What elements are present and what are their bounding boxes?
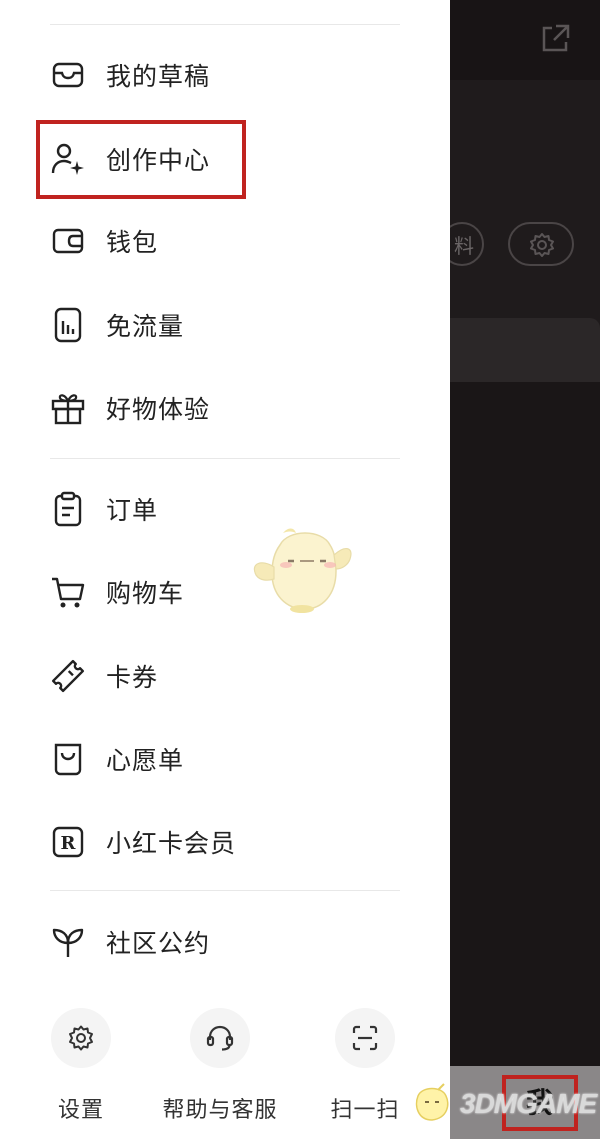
red-card-icon: R xyxy=(48,822,88,862)
background-content-card xyxy=(450,318,600,1088)
menu-item-coupons[interactable]: 卡券 xyxy=(48,646,408,706)
drafts-icon xyxy=(48,55,88,95)
help-circle xyxy=(190,1008,250,1068)
wishlist-icon xyxy=(48,739,88,779)
help-label: 帮助与客服 xyxy=(162,1098,278,1123)
watermark-logo: 3DMGAME xyxy=(408,1082,597,1126)
menu-item-label: 钱包 xyxy=(106,228,159,257)
wallet-icon xyxy=(48,221,88,261)
divider xyxy=(50,458,400,459)
menu-item-label: 小红卡会员 xyxy=(106,829,237,858)
scan-circle xyxy=(335,1008,395,1068)
creator-center-highlight-box xyxy=(36,120,246,199)
chick-mascot-image xyxy=(253,528,352,613)
background-card-header xyxy=(450,318,600,382)
sprout-icon xyxy=(48,922,88,962)
divider xyxy=(50,890,400,891)
headset-icon xyxy=(206,1025,234,1051)
help-button[interactable]: 帮助与客服 xyxy=(150,1008,290,1124)
coupon-icon xyxy=(48,656,88,696)
data-free-icon xyxy=(48,305,88,345)
settings-pill xyxy=(508,222,574,266)
svg-text:R: R xyxy=(61,833,77,854)
cart-icon xyxy=(48,572,88,612)
settings-button[interactable]: 设置 xyxy=(11,1008,151,1124)
background-top-bar xyxy=(450,0,600,80)
menu-item-label: 好物体验 xyxy=(106,395,211,424)
mascot-watermark-icon xyxy=(415,1083,449,1121)
order-icon xyxy=(48,489,88,529)
background-app: 料 我 xyxy=(440,0,600,1139)
menu-item-wallet[interactable]: 钱包 xyxy=(48,211,408,271)
menu-item-label: 购物车 xyxy=(106,579,185,608)
menu-item-label: 卡券 xyxy=(106,663,159,692)
menu-item-red-card[interactable]: R 小红卡会员 xyxy=(48,812,408,872)
menu-item-label: 社区公约 xyxy=(106,929,211,958)
side-drawer: 我的草稿 创作中心 钱包 免流量 好物体验 订单 购物车 卡券 心愿单 R 小红… xyxy=(0,0,597,1139)
gear-icon xyxy=(69,1025,93,1051)
menu-item-data-free[interactable]: 免流量 xyxy=(48,295,408,355)
menu-item-label: 免流量 xyxy=(106,312,185,341)
menu-item-label: 我的草稿 xyxy=(106,62,211,91)
share-icon xyxy=(542,24,570,52)
watermark-text: 3DMGAME xyxy=(460,1088,597,1119)
menu-item-wishlist[interactable]: 心愿单 xyxy=(48,729,408,789)
settings-label: 设置 xyxy=(57,1098,104,1123)
menu-item-label: 心愿单 xyxy=(106,746,185,775)
menu-item-good-things[interactable]: 好物体验 xyxy=(48,378,408,438)
menu-item-drafts[interactable]: 我的草稿 xyxy=(48,45,408,105)
scan-icon xyxy=(352,1025,378,1051)
settings-circle xyxy=(51,1008,111,1068)
divider xyxy=(50,24,400,25)
menu-item-label: 订单 xyxy=(106,496,159,525)
gift-icon xyxy=(48,388,88,428)
menu-item-community-rules[interactable]: 社区公约 xyxy=(48,912,408,972)
gear-icon xyxy=(530,233,554,257)
